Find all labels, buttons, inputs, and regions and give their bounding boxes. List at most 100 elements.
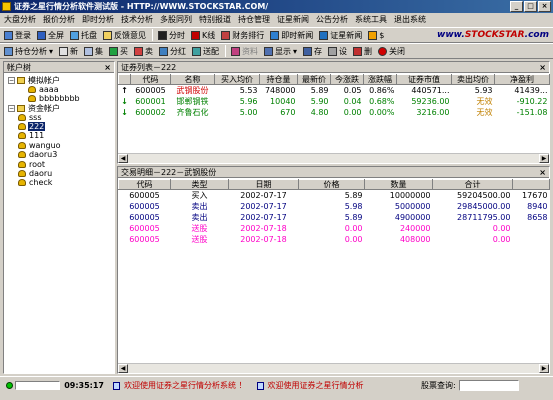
column-header[interactable]: 涨跌幅 bbox=[363, 74, 397, 85]
table-row[interactable]: 600005 卖出 2002-07-17 5.98 5000000 298450… bbox=[119, 201, 550, 212]
menu-tools[interactable]: 系统工具 bbox=[355, 13, 387, 27]
tree-node[interactable]: wanguo bbox=[18, 141, 62, 150]
column-header[interactable]: 日期 bbox=[228, 179, 299, 190]
table-row[interactable]: 600005 送股 2002-07-18 0.00 408000 0.00 bbox=[119, 234, 550, 245]
table-row[interactable]: 600005 送股 2002-07-18 0.00 240000 0.00 bbox=[119, 223, 550, 234]
menu-market[interactable]: 大盘分析 bbox=[4, 13, 36, 27]
save-button[interactable]: 存 bbox=[303, 44, 322, 58]
user-icon bbox=[18, 161, 26, 168]
menu-position[interactable]: 持仓管理 bbox=[238, 13, 270, 27]
column-header[interactable]: 类型 bbox=[170, 179, 229, 190]
scroll-right-icon[interactable]: ▶ bbox=[539, 364, 549, 373]
table-row[interactable]: 600005 买入 2002-07-17 5.89 10000000 59204… bbox=[119, 190, 550, 202]
sell-button[interactable]: 卖 bbox=[134, 44, 153, 58]
menu-news[interactable]: 证星新闻 bbox=[277, 13, 309, 27]
column-header[interactable]: 卖出均价 bbox=[451, 74, 495, 85]
tree-node[interactable]: 222 bbox=[18, 122, 46, 131]
column-header[interactable]: 代码 bbox=[130, 74, 171, 85]
instant-news-icon bbox=[270, 30, 280, 40]
collapse-icon[interactable]: − bbox=[8, 77, 15, 84]
collapse-icon[interactable]: − bbox=[8, 105, 15, 112]
column-header[interactable] bbox=[512, 179, 550, 190]
position-analysis-dropdown[interactable]: 持仓分析 ▾ bbox=[4, 44, 53, 58]
kline-button[interactable]: K线 bbox=[191, 28, 215, 42]
column-header[interactable]: 名称 bbox=[170, 74, 215, 85]
column-header[interactable]: 持仓量 bbox=[259, 74, 298, 85]
settings-button[interactable]: 设 bbox=[328, 44, 347, 58]
menu-multi-stock[interactable]: 多股同列 bbox=[160, 13, 192, 27]
table-row[interactable]: ↓ 600002 齐鲁石化 5.00 670 4.80 0.00 0.00% 3… bbox=[119, 107, 550, 118]
close-icon[interactable]: × bbox=[539, 62, 546, 73]
column-header[interactable]: 数量 bbox=[364, 179, 433, 190]
tree-node[interactable]: bbbbbbbb bbox=[28, 94, 81, 103]
tree-node[interactable]: 111 bbox=[18, 131, 45, 140]
delete-icon bbox=[353, 46, 363, 56]
table-row[interactable]: ↑ 600005 武钢股份 5.53 748000 5.89 0.05 0.86… bbox=[119, 85, 550, 97]
column-header[interactable]: 价格 bbox=[298, 179, 365, 190]
collect-button[interactable]: 集 bbox=[84, 44, 103, 58]
stockstar-news-button[interactable]: 证星新闻 bbox=[319, 28, 362, 42]
buy-button[interactable]: 买 bbox=[109, 44, 128, 58]
delete-button[interactable]: 删 bbox=[353, 44, 372, 58]
tray-button[interactable]: 托盘 bbox=[70, 28, 97, 42]
scroll-left-icon[interactable]: ◀ bbox=[118, 364, 128, 373]
column-header[interactable]: 代码 bbox=[118, 179, 171, 190]
close-icon[interactable]: × bbox=[104, 62, 111, 73]
column-header[interactable]: 净盈利 bbox=[494, 74, 550, 85]
news-ticker[interactable]: 欢迎使用证券之星行情分析系统 ！ 欢迎使用证券之星行情分析 bbox=[110, 380, 415, 391]
securities-hscroll[interactable]: ◀ ▶ bbox=[118, 153, 549, 163]
tree-node[interactable]: sss bbox=[18, 113, 43, 122]
table-row[interactable]: 600005 卖出 2002-07-17 5.89 4900000 287117… bbox=[119, 212, 550, 223]
info-icon bbox=[231, 46, 241, 56]
info-button[interactable]: 资料 bbox=[231, 44, 258, 58]
close-icon[interactable]: × bbox=[539, 167, 546, 178]
column-header[interactable] bbox=[118, 74, 131, 85]
column-header[interactable]: 最新价 bbox=[297, 74, 331, 85]
column-header[interactable]: 今涨跌 bbox=[330, 74, 364, 85]
menu-quote[interactable]: 报价分析 bbox=[43, 13, 75, 27]
fullscreen-button[interactable]: 全屏 bbox=[37, 28, 64, 42]
dividend-button[interactable]: 分红 bbox=[159, 44, 186, 58]
new-button[interactable]: 新 bbox=[59, 44, 78, 58]
maximize-button[interactable]: □ bbox=[524, 1, 537, 12]
scroll-right-icon[interactable]: ▶ bbox=[539, 154, 549, 163]
tree-node[interactable]: aaaa bbox=[28, 85, 60, 94]
close-position-button[interactable]: 关闭 bbox=[378, 44, 405, 58]
tree-node[interactable]: root bbox=[18, 160, 46, 169]
column-header[interactable]: 合计 bbox=[432, 179, 513, 190]
dollar-button[interactable]: $ bbox=[368, 28, 384, 42]
menu-realtime[interactable]: 即时分析 bbox=[82, 13, 114, 27]
menu-special-report[interactable]: 特别报道 bbox=[199, 13, 231, 27]
display-button[interactable]: 显示 ▾ bbox=[264, 44, 297, 58]
trades-hscroll[interactable]: ◀ ▶ bbox=[118, 363, 549, 373]
intraday-chart-icon bbox=[158, 30, 167, 40]
tree-node[interactable]: − 模拟帐户 bbox=[8, 76, 61, 85]
table-header-row: 代码 名称 买入均价 持仓量 最新价 今涨跌 涨跌幅 证券市值 卖出均价 净盈利 bbox=[118, 74, 550, 85]
settings-icon bbox=[328, 46, 338, 56]
tree-node[interactable]: check bbox=[18, 178, 53, 187]
stock-query-input[interactable] bbox=[458, 380, 519, 391]
minimize-button[interactable]: _ bbox=[510, 1, 523, 12]
securities-panel: 证券列表－222 × 代码 名称 买入均价 持仓量 最新价 今涨跌 涨跌幅 证券… bbox=[117, 61, 550, 164]
column-header[interactable]: 证券市值 bbox=[396, 74, 452, 85]
feedback-button[interactable]: 反馈意见 bbox=[103, 28, 146, 42]
tree-node[interactable]: daoru3 bbox=[18, 150, 58, 159]
column-header[interactable]: 买入均价 bbox=[214, 74, 260, 85]
menu-exit[interactable]: 退出系统 bbox=[394, 13, 426, 27]
buy-icon bbox=[109, 46, 119, 56]
instant-news-button[interactable]: 即时新闻 bbox=[270, 28, 313, 42]
feedback-icon bbox=[103, 30, 112, 40]
tree-node[interactable]: − 资金帐户 bbox=[8, 104, 61, 113]
close-button[interactable]: × bbox=[538, 1, 551, 12]
menu-announcement[interactable]: 公告分析 bbox=[316, 13, 348, 27]
tree-node[interactable]: daoru bbox=[18, 169, 53, 178]
intraday-button[interactable]: 分时 bbox=[158, 28, 185, 42]
folder-icon bbox=[17, 105, 25, 112]
table-row[interactable]: ↓ 600001 邯郸钢铁 5.96 10040 5.90 0.04 0.68%… bbox=[119, 96, 550, 107]
scroll-left-icon[interactable]: ◀ bbox=[118, 154, 128, 163]
user-icon bbox=[18, 170, 26, 177]
finance-rank-button[interactable]: 财务排行 bbox=[221, 28, 264, 42]
allotment-button[interactable]: 送配 bbox=[192, 44, 219, 58]
menu-technical[interactable]: 技术分析 bbox=[121, 13, 153, 27]
login-button[interactable]: 登录 bbox=[4, 28, 31, 42]
